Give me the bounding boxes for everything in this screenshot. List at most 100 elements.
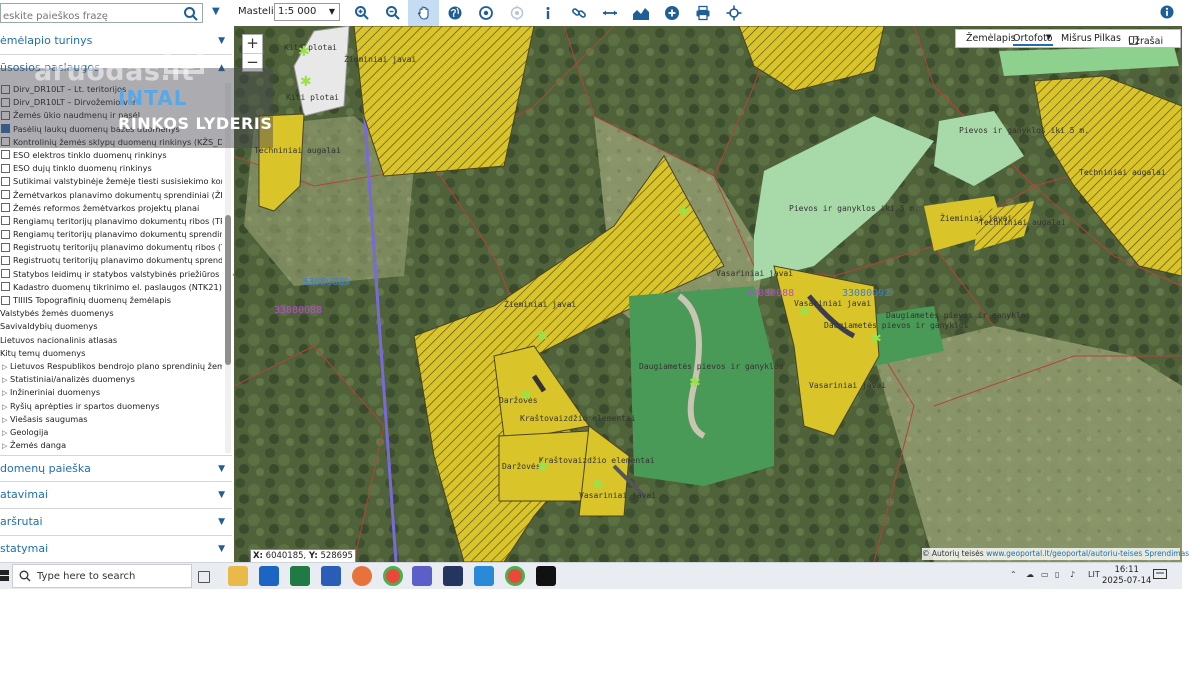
chrome-icon[interactable]	[383, 566, 403, 586]
layer-checkbox[interactable]	[1, 163, 10, 173]
layer-item[interactable]: Sutikimai valstybinėje žemėje tiesti sus…	[0, 175, 222, 188]
section-routes[interactable]: aršrutai ▼	[0, 509, 232, 536]
layer-item[interactable]: ESO dujų tinklo duomenų rinkinys	[0, 162, 222, 175]
windows-start-icon[interactable]	[0, 569, 10, 583]
tray-network-icon[interactable]: ▭	[1041, 570, 1049, 579]
map-zoom-in-button[interactable]: +	[243, 35, 262, 54]
tray-language[interactable]: LIT	[1088, 570, 1100, 579]
scrollbar-thumb[interactable]	[225, 215, 231, 365]
expand-arrow-icon[interactable]: ▷	[2, 440, 10, 452]
app-icon[interactable]	[443, 566, 463, 586]
tray-battery-icon[interactable]: ▯	[1055, 570, 1059, 579]
full-extent-button[interactable]	[439, 0, 470, 26]
measure-button[interactable]	[594, 0, 625, 26]
expand-arrow-icon[interactable]: ▷	[2, 427, 10, 439]
pan-button[interactable]	[408, 0, 439, 26]
expand-arrow-icon[interactable]: ▷	[2, 361, 10, 373]
layer-checkbox[interactable]	[1, 176, 10, 186]
map-layer: Kiti plotai Kiti plotai Žieminiai javai …	[234, 26, 1182, 562]
layer-checkbox[interactable]	[1, 295, 10, 305]
layer-item[interactable]: Kadastro duomenų tikrinimo el. paslaugos…	[0, 281, 222, 294]
section-data-search[interactable]: domenų paieška ▼	[0, 455, 232, 482]
layer-item[interactable]: ▷ Lietuvos Respublikos bendrojo plano spr…	[0, 360, 222, 373]
search-icon[interactable]	[183, 6, 199, 22]
layer-item[interactable]: Lietuvos nacionalinis atlasas	[0, 334, 222, 347]
chrome-icon[interactable]	[505, 566, 525, 586]
section-settings[interactable]: statymai ▼	[0, 536, 232, 562]
expand-arrow-icon[interactable]: ▷	[2, 387, 10, 399]
map-canvas[interactable]: Kiti plotai Kiti plotai Žieminiai javai …	[234, 26, 1182, 562]
task-view-icon[interactable]	[198, 571, 210, 583]
tray-volume-icon[interactable]: ♪	[1070, 570, 1075, 579]
layer-item[interactable]: Žemėtvarkos planavimo dokumentų sprendin…	[0, 189, 222, 202]
layer-checkbox[interactable]	[1, 255, 10, 265]
taskbar-clock[interactable]: 16:11 2025-07-14	[1102, 565, 1151, 587]
expand-arrow-icon[interactable]: ▷	[2, 401, 10, 413]
layer-item[interactable]: ▷ Inžineriniai duomenys	[0, 386, 222, 399]
clock-time: 16:11	[1114, 565, 1139, 575]
print-button[interactable]	[687, 0, 718, 26]
file-explorer-icon[interactable]	[228, 566, 248, 586]
layer-checkbox[interactable]	[1, 216, 10, 226]
layer-item[interactable]: ESO elektros tinklo duomenų rinkinys	[0, 149, 222, 162]
crop-marker-icon: ✱	[537, 459, 549, 475]
layer-item[interactable]: ▷ Viešasis saugumas	[0, 413, 222, 426]
chevron-down-icon[interactable]: ▼	[212, 6, 220, 17]
outlook-icon[interactable]	[259, 566, 279, 586]
layer-item[interactable]: Rengiamų teritorijų planavimo dokumentų …	[0, 215, 222, 228]
layer-checkbox[interactable]	[1, 203, 10, 213]
word-icon[interactable]	[321, 566, 341, 586]
locate-button[interactable]	[470, 0, 501, 26]
layer-checkbox[interactable]	[1, 150, 10, 160]
terminal-icon[interactable]	[536, 566, 556, 586]
firefox-icon[interactable]	[352, 566, 372, 586]
layer-item[interactable]: Rengiamų teritorijų planavimo dokumentų …	[0, 228, 222, 241]
scale-select[interactable]: 1:5 000 ▼	[274, 3, 340, 21]
zoom-in-button[interactable]	[346, 0, 377, 26]
basemap-option-grey[interactable]: Pilkas	[1094, 33, 1121, 44]
basemap-option-map[interactable]: Žemėlapis	[966, 33, 1016, 44]
tray-chevron-icon[interactable]: ⌃	[1010, 570, 1017, 579]
add-button[interactable]	[656, 0, 687, 26]
vscode-icon[interactable]	[474, 566, 494, 586]
link-button[interactable]	[563, 0, 594, 26]
teams-icon[interactable]	[412, 566, 432, 586]
layer-item[interactable]: Statybos leidimų ir statybos valstybinės…	[0, 268, 222, 281]
taskbar-search[interactable]: Type here to search	[12, 564, 192, 588]
excel-icon[interactable]	[290, 566, 310, 586]
attribution-link[interactable]: www.geoportal.lt/geoportal/autoriu-teise…	[986, 549, 1142, 558]
layer-checkbox[interactable]	[1, 269, 10, 279]
zoom-out-button[interactable]	[377, 0, 408, 26]
section-drawings[interactable]: atavimai ▼	[0, 482, 232, 509]
attribution-extra-link[interactable]: Sprendimas	[1145, 549, 1189, 558]
search-input[interactable]	[1, 7, 185, 26]
layer-item[interactable]: Savivaldybių duomenys	[0, 320, 222, 333]
layer-checkbox[interactable]	[1, 190, 10, 199]
layer-item[interactable]: Registruotų teritorijų planavimo dokumen…	[0, 241, 222, 254]
coordinates-button[interactable]	[718, 0, 749, 26]
expand-arrow-icon[interactable]: ▷	[2, 414, 10, 426]
tray-onedrive-icon[interactable]: ☁	[1026, 570, 1034, 579]
layer-checkbox[interactable]	[1, 282, 10, 292]
profile-button[interactable]	[625, 0, 656, 26]
gps-button[interactable]	[501, 0, 532, 26]
layer-item[interactable]: ▷ Ryšių aprėpties ir spartos duomenys	[0, 400, 222, 413]
map-label-meadows-5y: Pievos ir ganyklos iki 5 m.	[789, 204, 919, 213]
layer-item[interactable]: Kitų temų duomenys	[0, 347, 222, 360]
layer-checkbox[interactable]	[1, 229, 10, 239]
expand-arrow-icon[interactable]: ▷	[2, 374, 10, 386]
notification-icon[interactable]	[1153, 569, 1167, 581]
layer-item[interactable]: Žemės reformos žemėtvarkos projektų plan…	[0, 202, 222, 215]
info-circle-icon[interactable]	[1160, 5, 1174, 19]
layer-item[interactable]: ▷ Žemės danga	[0, 439, 222, 452]
layer-item[interactable]: TIIIIS Topografinių duomenų žemėlapis	[0, 294, 222, 307]
layer-item[interactable]: Valstybės žemės duomenys	[0, 307, 222, 320]
layer-item[interactable]: ▷ Statistiniai/analizės duomenys	[0, 373, 222, 386]
layer-item[interactable]: Registruotų teritorijų planavimo dokumen…	[0, 254, 222, 267]
layer-checkbox[interactable]	[1, 242, 10, 252]
chevron-down-icon[interactable]: ▼	[1046, 33, 1051, 41]
layer-item[interactable]: ▷ Geologija	[0, 426, 222, 439]
info-button[interactable]	[532, 0, 563, 26]
crop-marker-icon: ✱	[300, 74, 312, 90]
basemap-option-mixed[interactable]: Mišrus	[1061, 33, 1092, 44]
